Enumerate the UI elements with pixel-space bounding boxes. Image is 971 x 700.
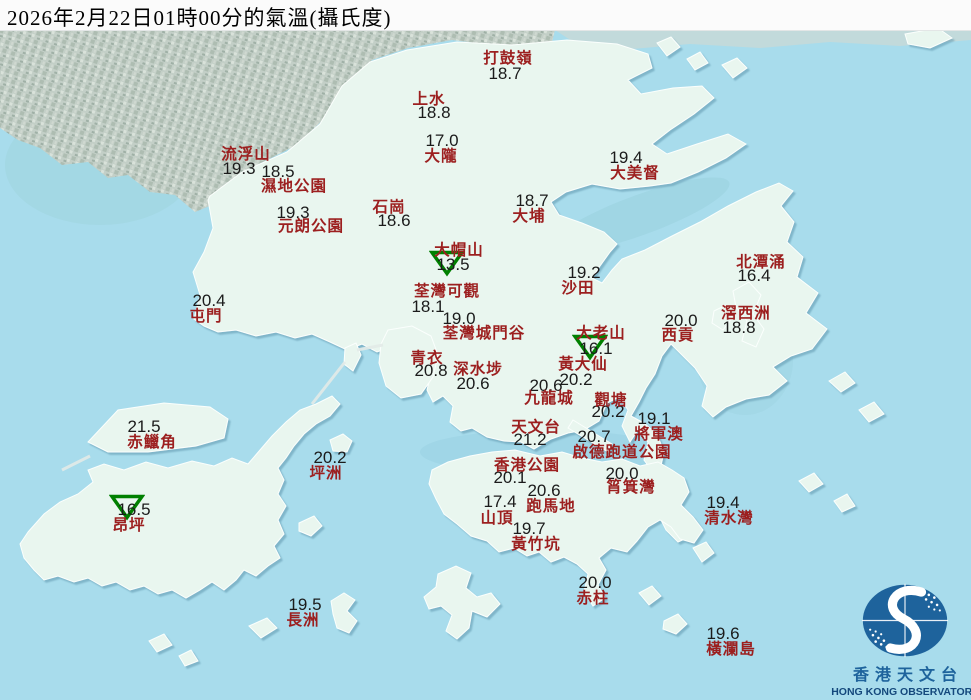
station-name: 香港公園 xyxy=(493,457,561,474)
station-name: 西貢 xyxy=(661,327,695,344)
station-name: 黃竹坑 xyxy=(511,536,561,553)
station-name: 大美督 xyxy=(610,165,660,182)
station-name: 大帽山 xyxy=(434,242,484,259)
station-name: 荃灣可觀 xyxy=(413,283,481,300)
station-name: 赤鱲角 xyxy=(127,434,177,451)
station-name: 赤柱 xyxy=(576,590,610,607)
hko-logo: 香港天文台 HONG KONG OBSERVATORY xyxy=(831,582,971,698)
station-name: 昂坪 xyxy=(112,517,146,534)
hko-temperature-map-screen: 2026年2月22日01時00分的氣溫(攝氏度) 18.7 打鼓嶺 18.8 上水 17… xyxy=(0,0,971,700)
station-name: 天文台 xyxy=(511,419,561,436)
station-name: 觀塘 xyxy=(594,392,628,409)
station-name: 元朗公園 xyxy=(277,218,345,235)
station-name: 深水埗 xyxy=(453,361,503,378)
station-name: 沙田 xyxy=(561,280,595,297)
stations-layer: 18.7 打鼓嶺 18.8 上水 17.0 大隴 19.4 大美督 19.3 流浮山 18.5 濕地公… xyxy=(0,0,971,700)
station-name: 荃灣城門谷 xyxy=(442,325,526,342)
station-name: 清水灣 xyxy=(704,510,754,527)
station-name: 大隴 xyxy=(424,148,458,165)
logo-cjk-text: 香港天文台 xyxy=(852,667,963,684)
station-name: 上水 xyxy=(412,91,446,108)
page-title: 2026年2月22日01時00分的氣溫(攝氏度) xyxy=(7,6,392,30)
station-name: 大埔 xyxy=(512,208,546,225)
station-name: 濕地公園 xyxy=(260,178,328,195)
station-name: 大老山 xyxy=(576,325,626,342)
logo-en-text: HONG KONG OBSERVATORY xyxy=(831,686,971,698)
station-name: 長洲 xyxy=(286,612,320,629)
station-name: 青衣 xyxy=(410,350,444,367)
station-name: 北潭涌 xyxy=(736,254,786,271)
station-name: 滘西洲 xyxy=(721,305,771,322)
station-name: 坪洲 xyxy=(309,465,343,482)
station-name: 橫瀾島 xyxy=(706,641,756,658)
station-name: 筲箕灣 xyxy=(606,479,656,496)
station-name: 山頂 xyxy=(480,510,514,527)
station-name: 黃大仙 xyxy=(558,356,608,373)
station-name: 打鼓嶺 xyxy=(483,50,533,67)
title-bar: 2026年2月22日01時00分的氣溫(攝氏度) xyxy=(0,0,971,31)
station-name: 九龍城 xyxy=(524,390,574,407)
station-name: 跑馬地 xyxy=(526,498,576,515)
hko-logo-icon xyxy=(861,583,949,658)
station-name: 石崗 xyxy=(372,199,406,216)
station-name: 屯門 xyxy=(189,308,223,325)
station-name: 啟德跑道公園 xyxy=(572,444,672,461)
station-name: 流浮山 xyxy=(221,146,271,163)
